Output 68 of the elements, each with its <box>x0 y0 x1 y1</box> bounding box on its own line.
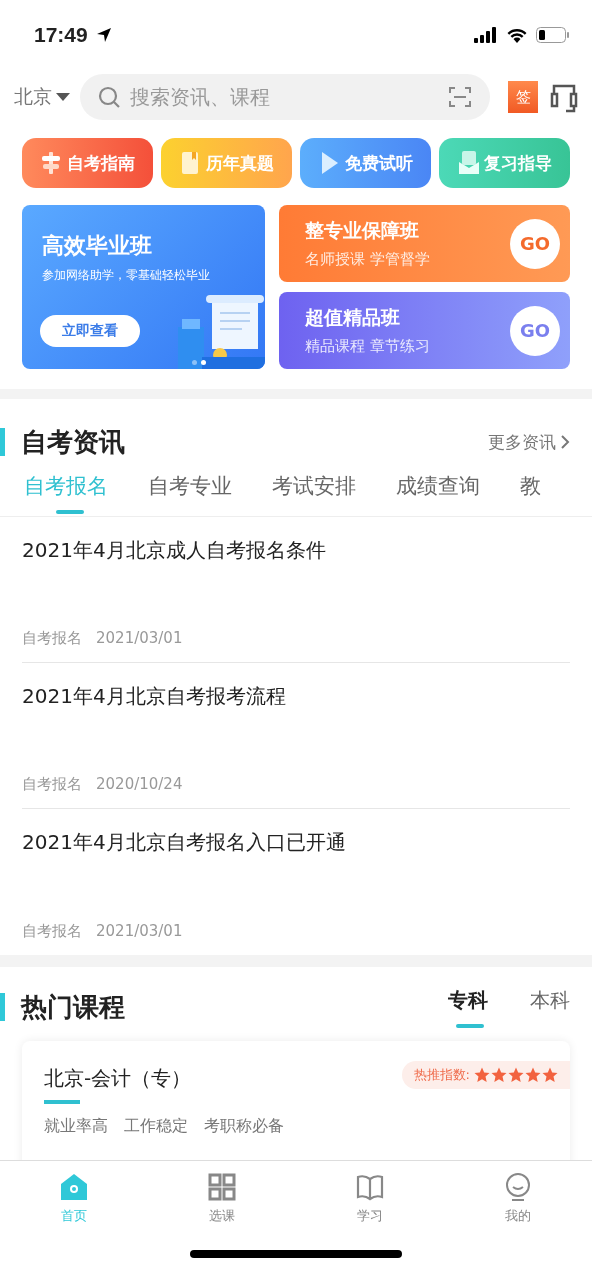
news-title[interactable]: 2021年4月北京自考报考流程 <box>22 683 570 710</box>
section-title: 自考资讯 <box>0 428 125 456</box>
category-tab[interactable]: 教 <box>520 469 541 516</box>
tab-bar-item[interactable]: 学习 <box>296 1161 444 1250</box>
level-tab[interactable]: 专科 <box>448 986 488 1028</box>
book-icon <box>356 1173 384 1201</box>
signpost-icon <box>40 150 62 176</box>
promo-subtitle: 名师授课 学管督学 <box>305 250 430 269</box>
star-icon <box>508 1067 524 1083</box>
page-dot[interactable] <box>201 360 206 365</box>
promo-card[interactable]: 整专业保障班 名师授课 学管督学 GO <box>279 205 570 282</box>
news-category: 自考报名 <box>22 922 82 941</box>
star-icon <box>525 1067 541 1083</box>
page-dot[interactable] <box>192 360 197 365</box>
go-button[interactable]: GO <box>510 305 560 356</box>
battery-icon <box>536 27 570 43</box>
news-date: 2021/03/01 <box>96 629 183 648</box>
smiley-icon <box>504 1173 532 1201</box>
course-tags: 就业率高 工作稳定 考职称必备 <box>44 1116 570 1137</box>
tab-bar-item[interactable]: 我的 <box>444 1161 592 1250</box>
grid-icon <box>208 1173 236 1201</box>
search-bar[interactable]: 搜索资讯、课程 <box>80 74 490 120</box>
tab-bar-item[interactable]: 选课 <box>148 1161 296 1250</box>
course-title: 北京-会计（专） <box>44 1065 192 1092</box>
banner-card[interactable]: 高效毕业班 参加网络助学，零基础轻松毕业 立即查看 <box>22 205 265 369</box>
promo-subtitle: 精品课程 章节练习 <box>305 337 430 356</box>
search-icon <box>98 86 120 108</box>
promo-card[interactable]: 超值精品班 精品课程 章节练习 GO <box>279 292 570 369</box>
scan-icon[interactable] <box>448 86 472 108</box>
wifi-icon <box>506 27 528 43</box>
tab-bar-item[interactable]: 首页 <box>0 1161 148 1250</box>
news-date: 2021/03/01 <box>96 922 183 941</box>
hot-index-badge: 热推指数: <box>401 1061 570 1089</box>
go-button[interactable]: GO <box>510 218 560 269</box>
city-selector[interactable]: 北京 <box>14 84 70 110</box>
level-tab[interactable]: 本科 <box>530 986 570 1028</box>
banner-subtitle: 参加网络助学，零基础轻松毕业 <box>42 267 211 284</box>
category-tab[interactable]: 成绩查询 <box>396 469 480 516</box>
star-icon <box>491 1067 507 1083</box>
view-now-button[interactable]: 立即查看 <box>40 315 140 347</box>
search-field[interactable]: 搜索资讯、课程 <box>128 84 440 110</box>
shortcut-button[interactable]: 复习指导 <box>439 138 570 188</box>
category-tab[interactable]: 自考报名 <box>24 469 108 516</box>
envelope-icon <box>457 150 479 176</box>
caret-icon <box>56 92 70 102</box>
shortcut-button[interactable]: 自考指南 <box>22 138 153 188</box>
sign-in-button[interactable]: 签 <box>508 81 538 113</box>
signal-icon <box>474 27 498 43</box>
news-category: 自考报名 <box>22 629 82 648</box>
more-news-link[interactable]: 更多资讯 <box>488 430 570 454</box>
category-tab[interactable]: 考试安排 <box>272 469 356 516</box>
book-icon <box>179 150 201 176</box>
promo-title: 整专业保障班 <box>305 218 420 243</box>
news-category: 自考报名 <box>22 775 82 794</box>
chevron-right-icon <box>560 435 570 449</box>
shortcut-button[interactable]: 免费试听 <box>300 138 431 188</box>
news-title[interactable]: 2021年4月北京成人自考报名条件 <box>22 537 570 564</box>
status-time: 17:49 <box>34 23 88 47</box>
location-arrow-icon <box>95 27 112 43</box>
star-icon <box>474 1067 490 1083</box>
home-icon <box>60 1173 88 1201</box>
news-title[interactable]: 2021年4月北京自考报名入口已开通 <box>22 829 570 856</box>
news-date: 2020/10/24 <box>96 775 183 794</box>
promo-title: 超值精品班 <box>305 305 401 330</box>
section-title: 热门课程 <box>0 993 125 1021</box>
category-tab[interactable]: 自考专业 <box>148 469 232 516</box>
star-icon <box>542 1067 558 1083</box>
banner-title: 高效毕业班 <box>42 232 153 260</box>
